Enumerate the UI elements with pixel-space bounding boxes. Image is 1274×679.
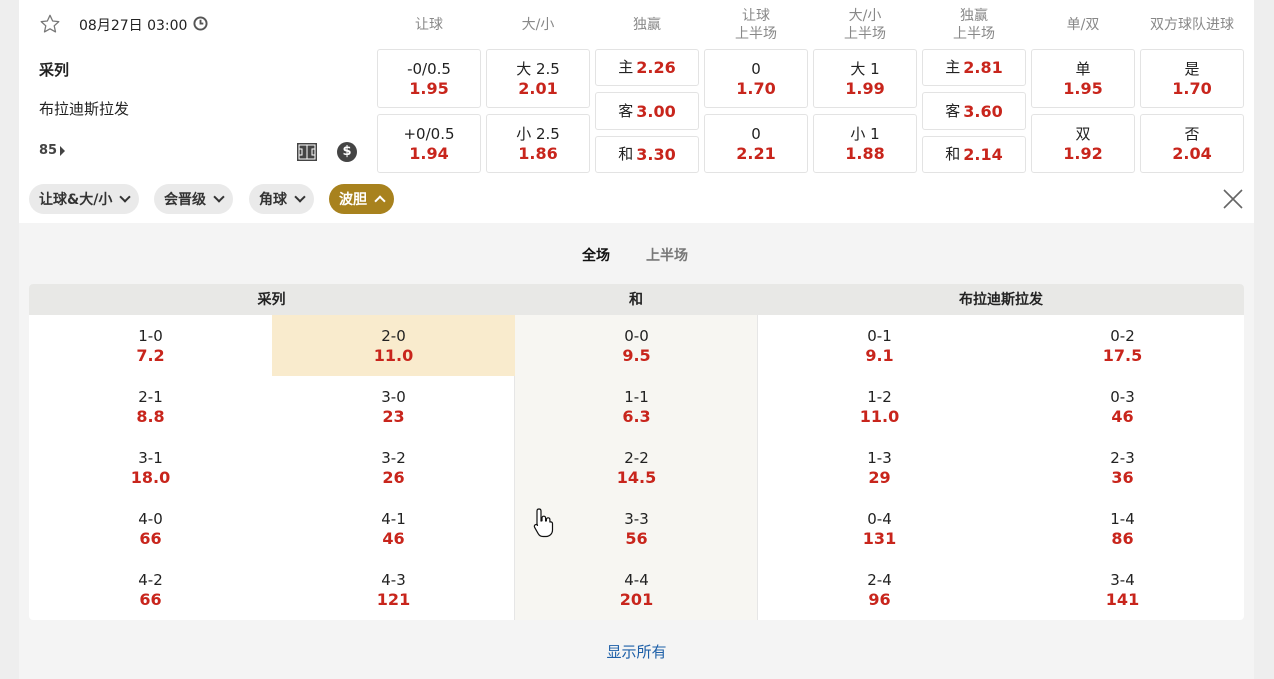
grid-header: 采列 和 布拉迪斯拉发: [29, 284, 1244, 315]
caret-right-icon: [60, 145, 66, 156]
score-cell[interactable]: 2-4 96: [758, 559, 1001, 620]
score-cell[interactable]: 3-1 18.0: [29, 437, 272, 498]
clock-icon: [193, 16, 208, 31]
tab-full-time[interactable]: 全场: [582, 245, 610, 265]
match-panel: 08月27日 03:00 采列 布拉迪斯拉发 85 $ 让球 大/小 独赢 让球…: [19, 0, 1254, 679]
score-cell[interactable]: 1-4 86: [1001, 498, 1244, 559]
score-cell-highlighted[interactable]: 2-0 11.0: [272, 315, 515, 376]
chevron-down-icon: [213, 191, 225, 203]
score-cell[interactable]: 3-0 23: [272, 376, 515, 437]
away-team-name: 布拉迪斯拉发: [39, 100, 130, 118]
odds-cell-over[interactable]: 大 2.5 2.01: [486, 49, 590, 108]
odds-cell-moneyline-home[interactable]: 主 2.26: [595, 49, 699, 86]
odds-cell-moneyline-1h-home[interactable]: 主 2.81: [922, 49, 1026, 86]
tab-first-half[interactable]: 上半场: [646, 245, 688, 265]
hand-cursor-icon: [533, 508, 554, 538]
score-cell[interactable]: 1-3 29: [758, 437, 1001, 498]
odds-cell-btts-yes[interactable]: 是 1.70: [1140, 49, 1244, 108]
chip-handicap-over-under[interactable]: 让球&大/小: [29, 184, 140, 214]
odds-cell-moneyline-1h-draw[interactable]: 和 2.14: [922, 136, 1026, 173]
odds-cell-under[interactable]: 小 2.5 1.86: [486, 114, 590, 173]
score-cell[interactable]: 1-0 7.2: [29, 315, 272, 376]
odds-cell-odd[interactable]: 单 1.95: [1031, 49, 1135, 108]
odds-cell-over-1h[interactable]: 大 1 1.99: [813, 49, 917, 108]
score-cell[interactable]: 4-4 201: [515, 559, 758, 620]
score-cell[interactable]: 1-2 11.0: [758, 376, 1001, 437]
match-datetime: 08月27日 03:00: [79, 18, 188, 34]
score-cell[interactable]: 3-4 141: [1001, 559, 1244, 620]
col-header-moneyline: 独赢: [633, 17, 661, 33]
score-cell[interactable]: 2-3 36: [1001, 437, 1244, 498]
score-cell[interactable]: 4-3 121: [272, 559, 515, 620]
odds-cell-btts-no[interactable]: 否 2.04: [1140, 114, 1244, 173]
field-stats-icon[interactable]: [296, 142, 318, 162]
score-cell[interactable]: 4-1 46: [272, 498, 515, 559]
minute-value: 85: [39, 143, 58, 158]
score-cell[interactable]: 0-3 46: [1001, 376, 1244, 437]
match-minute[interactable]: 85: [39, 143, 66, 158]
grid-header-draw: 和: [629, 292, 643, 308]
odds-cell-moneyline-1h-away[interactable]: 客 3.60: [922, 92, 1026, 130]
chevron-down-icon: [294, 191, 306, 203]
odds-cell-moneyline-away[interactable]: 客 3.00: [595, 92, 699, 130]
chip-correct-score[interactable]: 波胆: [329, 184, 394, 214]
score-cell[interactable]: 0-1 9.1: [758, 315, 1001, 376]
score-cell[interactable]: 3-2 26: [272, 437, 515, 498]
odds-cell-moneyline-draw[interactable]: 和 3.30: [595, 136, 699, 173]
chip-corners[interactable]: 角球: [249, 184, 314, 214]
col-header-handicap-1h: 让球 上半场: [735, 8, 777, 42]
score-cell[interactable]: 0-4 131: [758, 498, 1001, 559]
col-header-over-under-1h: 大/小 上半场: [844, 8, 886, 42]
score-cell[interactable]: 2-2 14.5: [515, 437, 758, 498]
favorite-star-icon[interactable]: [39, 13, 61, 35]
col-header-moneyline-1h: 独赢 上半场: [953, 8, 995, 42]
score-cell[interactable]: 4-2 66: [29, 559, 272, 620]
odds-cell-handicap-away[interactable]: +0/0.5 1.94: [377, 114, 481, 173]
col-header-odd-even: 单/双: [1066, 17, 1100, 33]
grid-header-home: 采列: [257, 292, 286, 308]
col-header-over-under: 大/小: [521, 17, 555, 33]
correct-score-grid: 采列 和 布拉迪斯拉发 1-0 7.2 2-1 8.8 3-1 18.0 4-0 66 …: [29, 284, 1244, 620]
home-team-name: 采列: [39, 61, 70, 79]
col-header-btts: 双方球队进球: [1150, 17, 1234, 33]
score-cell[interactable]: 0-2 17.5: [1001, 315, 1244, 376]
odds-cell-handicap-1h-away[interactable]: 0 2.21: [704, 114, 808, 173]
odds-cell-handicap-1h-home[interactable]: 0 1.70: [704, 49, 808, 108]
score-cell[interactable]: 0-0 9.5: [515, 315, 758, 376]
grid-header-away: 布拉迪斯拉发: [959, 292, 1043, 308]
score-cell[interactable]: 4-0 66: [29, 498, 272, 559]
close-icon[interactable]: [1222, 188, 1244, 210]
col-header-handicap: 让球: [415, 17, 443, 33]
score-cell[interactable]: 1-1 6.3: [515, 376, 758, 437]
dollar-icon[interactable]: $: [337, 142, 357, 162]
show-all-link[interactable]: 显示所有: [19, 641, 1254, 662]
score-cell[interactable]: 2-1 8.8: [29, 376, 272, 437]
chip-to-qualify[interactable]: 会晋级: [154, 184, 233, 214]
chevron-down-icon: [119, 191, 131, 203]
odds-cell-even[interactable]: 双 1.92: [1031, 114, 1135, 173]
chevron-up-icon: [374, 195, 386, 207]
odds-cell-handicap-home[interactable]: -0/0.5 1.95: [377, 49, 481, 108]
odds-cell-under-1h[interactable]: 小 1 1.88: [813, 114, 917, 173]
